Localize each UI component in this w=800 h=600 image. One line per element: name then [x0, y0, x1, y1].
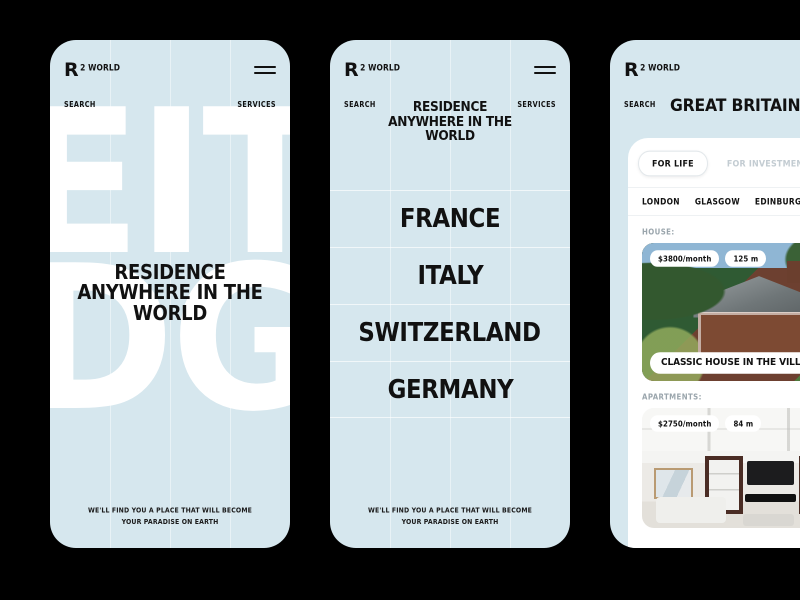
search-link[interactable]: SEARCH — [344, 100, 376, 110]
listing-card-house[interactable]: $3800/month 125 m CLASSIC HOUSE IN THE V… — [642, 243, 800, 381]
country-name: ITALY — [417, 261, 483, 291]
search-link[interactable]: SEARCH — [64, 100, 96, 110]
services-link[interactable]: SERVICES — [517, 100, 556, 110]
logo-letter: R — [64, 59, 79, 81]
logo[interactable]: R 2 WORLD — [64, 59, 121, 81]
country-name: GERMANY — [387, 374, 513, 405]
big-letters-row-1: EIT — [50, 67, 290, 300]
phone-3-topbar: R 2 WORLD — [624, 59, 800, 81]
listing-badges: $3800/month 125 m — [650, 250, 767, 267]
chimney-decoration — [787, 260, 800, 284]
logo-letter: R — [344, 59, 359, 81]
logo[interactable]: R 2 WORLD — [344, 59, 401, 81]
tv-decoration — [747, 460, 795, 485]
country-name: FRANCE — [399, 204, 501, 234]
phone-2-topbar: R 2 WORLD — [344, 59, 556, 81]
services-link[interactable]: SERVICES — [237, 100, 276, 110]
tagline-line-2: YOUR PARADISE ON EARTH — [401, 517, 499, 526]
area-badge: 84 m — [725, 415, 762, 432]
city-edinburgh[interactable]: EDINBURGH — [755, 196, 800, 206]
hamburger-menu-icon[interactable] — [534, 66, 556, 74]
logo-superscript: 2 WORLD — [80, 62, 121, 73]
listing-card-apartment[interactable]: $2750/month 84 m — [642, 408, 800, 528]
search-link[interactable]: SEARCH — [624, 100, 656, 110]
artwork-decoration — [653, 468, 694, 500]
tab-bar: FOR LIFE FOR INVESTMENT FOR S — [628, 138, 800, 187]
price-badge: $3800/month — [650, 250, 720, 267]
logo[interactable]: R 2 WORLD — [624, 59, 681, 81]
coffee-table-decoration — [742, 513, 795, 526]
phone-1-subbar: SEARCH SERVICES — [64, 100, 276, 110]
price-badge: $2750/month — [650, 415, 720, 432]
list-item[interactable]: GERMANY — [330, 361, 570, 418]
listing-caption: CLASSIC HOUSE IN THE VILLAGE — [650, 352, 800, 374]
country-list: FRANCE ITALY SWITZERLAND GERMANY — [330, 190, 570, 418]
country-name: SWITZERLAND — [358, 318, 542, 348]
tab-for-investment[interactable]: FOR INVESTMENT — [714, 152, 800, 176]
fireplace-decoration — [744, 494, 797, 502]
area-badge: 125 m — [725, 250, 767, 267]
content-sheet: FOR LIFE FOR INVESTMENT FOR S LONDON GLA… — [628, 138, 800, 548]
page-title: GREAT BRITAIN — [670, 96, 800, 116]
phone-mockup-2: R 2 WORLD SEARCH SERVICES RESIDENCE ANYW… — [330, 40, 570, 548]
logo-superscript: 2 WORLD — [640, 62, 681, 73]
phone-2-screen: R 2 WORLD SEARCH SERVICES RESIDENCE ANYW… — [330, 40, 570, 548]
tab-for-life[interactable]: FOR LIFE — [638, 150, 708, 177]
city-filter-bar: LONDON GLASGOW EDINBURGH CARDIFF — [628, 187, 800, 216]
tagline: WE'LL FIND YOU A PLACE THAT WILL BECOME … — [68, 505, 272, 528]
phone-mockup-3: R 2 WORLD SEARCH GREAT BRITAIN FOR LIFE … — [610, 40, 800, 548]
list-item[interactable]: ITALY — [330, 247, 570, 304]
sofa-decoration — [656, 496, 727, 524]
listing-badges: $2750/month 84 m — [650, 415, 762, 432]
logo-superscript: 2 WORLD — [360, 62, 401, 73]
tagline-line-1: WE'LL FIND YOU A PLACE THAT WILL BECOME — [367, 506, 533, 515]
list-item[interactable]: FRANCE — [330, 190, 570, 247]
tagline-line-1: WE'LL FIND YOU A PLACE THAT WILL BECOME — [87, 506, 253, 515]
phone-mockup-1: EIT DG R 2 WORLD SEARCH SERVICES RESIDEN… — [50, 40, 290, 548]
logo-letter: R — [624, 59, 639, 81]
page-title: RESIDENCE ANYWHERE IN THE WORLD — [77, 260, 263, 325]
tagline: WE'LL FIND YOU A PLACE THAT WILL BECOME … — [348, 505, 552, 528]
list-item[interactable]: SWITZERLAND — [330, 304, 570, 361]
phone-1-topbar: R 2 WORLD — [64, 59, 276, 81]
phone-1-screen: EIT DG R 2 WORLD SEARCH SERVICES RESIDEN… — [50, 40, 290, 548]
tagline-line-2: YOUR PARADISE ON EARTH — [121, 517, 219, 526]
page-title: RESIDENCE ANYWHERE IN THE WORLD — [388, 99, 512, 145]
city-glasgow[interactable]: GLASGOW — [695, 196, 740, 206]
section-label-apartments: APARTMENTS: — [642, 392, 702, 402]
hamburger-menu-icon[interactable] — [254, 66, 276, 74]
city-london[interactable]: LONDON — [642, 196, 680, 206]
canvas: EIT DG R 2 WORLD SEARCH SERVICES RESIDEN… — [0, 0, 800, 600]
phone-3-screen: R 2 WORLD SEARCH GREAT BRITAIN FOR LIFE … — [610, 40, 800, 548]
section-label-house: HOUSE: — [642, 227, 675, 237]
